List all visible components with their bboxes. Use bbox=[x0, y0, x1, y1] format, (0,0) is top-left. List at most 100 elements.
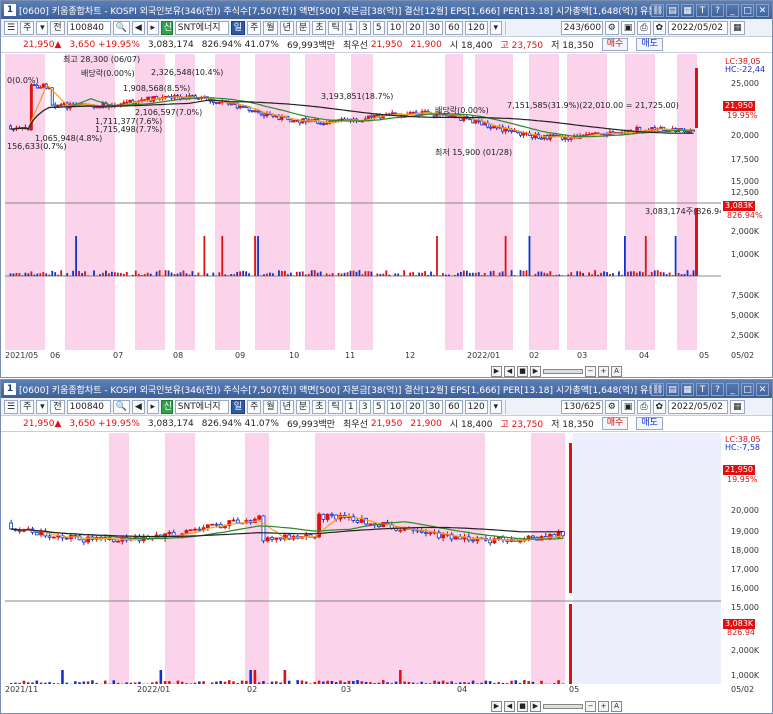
interval-20-button[interactable]: 20 bbox=[406, 399, 424, 414]
gear-icon[interactable]: ✿ bbox=[652, 20, 667, 35]
link-icon[interactable]: ⛓ bbox=[651, 3, 664, 17]
period-week-button[interactable]: 주 bbox=[247, 399, 262, 414]
forward-icon[interactable]: ▶ bbox=[530, 365, 541, 377]
rewind-icon[interactable]: ◀ bbox=[504, 365, 515, 377]
text-icon[interactable]: T bbox=[696, 3, 709, 17]
sound-icon[interactable]: ◀ bbox=[131, 399, 145, 414]
menu-icon[interactable]: ☰ bbox=[4, 20, 19, 35]
link-icon[interactable]: ⛓ bbox=[651, 382, 664, 396]
interval-3-button[interactable]: 3 bbox=[358, 20, 371, 35]
interval-60-button[interactable]: 60 bbox=[445, 20, 463, 35]
settings-icon[interactable]: ⚙ bbox=[604, 399, 619, 414]
interval-3-button[interactable]: 3 bbox=[358, 399, 371, 414]
period-tick-button[interactable]: 틱 bbox=[328, 20, 343, 35]
scroll-track[interactable] bbox=[543, 703, 583, 709]
search-icon[interactable]: 🔍 bbox=[112, 399, 130, 414]
print-icon[interactable]: ⎙ bbox=[637, 399, 651, 414]
maximize-icon[interactable]: □ bbox=[741, 382, 754, 396]
stop-icon[interactable]: ■ bbox=[517, 700, 528, 712]
reset-icon[interactable]: A bbox=[611, 365, 622, 377]
play-icon[interactable]: ▶ bbox=[491, 365, 502, 377]
scroll-track[interactable] bbox=[543, 368, 583, 374]
tile-icon[interactable]: ▦ bbox=[681, 3, 694, 17]
zoom-in-icon[interactable]: + bbox=[598, 700, 609, 712]
save-icon[interactable]: ▣ bbox=[620, 20, 636, 35]
stock-type-select[interactable]: 주 bbox=[20, 20, 35, 35]
sound-icon[interactable]: ◀ bbox=[131, 20, 145, 35]
interval-30-button[interactable]: 30 bbox=[425, 399, 444, 414]
all-select[interactable]: 전 bbox=[50, 20, 65, 35]
period-day-button[interactable]: 일 bbox=[230, 399, 246, 414]
close-icon[interactable]: ✕ bbox=[756, 382, 769, 396]
interval-30-button[interactable]: 30 bbox=[425, 20, 444, 35]
interval-1-button[interactable]: 1 bbox=[344, 20, 357, 35]
settings-icon[interactable]: ⚙ bbox=[604, 20, 619, 35]
interval-5-button[interactable]: 5 bbox=[372, 20, 385, 35]
interval-1-button[interactable]: 1 bbox=[344, 399, 357, 414]
zoom-out-icon[interactable]: − bbox=[585, 700, 596, 712]
interval-20-button[interactable]: 20 bbox=[406, 20, 424, 35]
help-icon[interactable]: ? bbox=[711, 382, 724, 396]
zoom-in-icon[interactable]: + bbox=[598, 365, 609, 377]
interval-5-button[interactable]: 5 bbox=[372, 399, 385, 414]
buy-button[interactable]: 매수 bbox=[601, 38, 629, 51]
zoom-field[interactable]: 243/600 bbox=[560, 20, 603, 35]
search-icon[interactable]: 🔍 bbox=[112, 20, 130, 35]
period-minute-button[interactable]: 분 bbox=[295, 20, 311, 35]
period-day-button[interactable]: 일 bbox=[230, 20, 246, 35]
dropdown-icon[interactable]: ▾ bbox=[36, 399, 49, 414]
interval-120-button[interactable]: 120 bbox=[464, 20, 488, 35]
sell-button[interactable]: 매도 bbox=[636, 38, 663, 51]
calendar-icon[interactable]: ▦ bbox=[730, 20, 745, 35]
calendar-icon[interactable]: ▦ bbox=[730, 399, 745, 414]
zoom-field[interactable]: 130/625 bbox=[560, 399, 603, 414]
reset-icon[interactable]: A bbox=[611, 700, 622, 712]
stock-code-input[interactable]: 100840 bbox=[66, 399, 111, 414]
date-input[interactable]: 2022/05/02 bbox=[668, 399, 729, 414]
interval-10-button[interactable]: 10 bbox=[386, 20, 405, 35]
period-tick-button[interactable]: 틱 bbox=[328, 399, 343, 414]
stock-code-input[interactable]: 100840 bbox=[66, 20, 111, 35]
daily-chart-area[interactable]: 최고 28,300 (06/07) 배당락(0.00%) 0(0.0%) 2,3… bbox=[5, 54, 721, 350]
interval-60-button[interactable]: 60 bbox=[445, 399, 463, 414]
interval-10-button[interactable]: 10 bbox=[386, 399, 405, 414]
stop-icon[interactable]: ■ bbox=[517, 365, 528, 377]
print-icon[interactable]: ⎙ bbox=[637, 20, 651, 35]
close-icon[interactable]: ✕ bbox=[756, 3, 769, 17]
layout-icon[interactable]: ▤ bbox=[666, 3, 679, 17]
all-select[interactable]: 전 bbox=[50, 399, 65, 414]
menu-icon[interactable]: ☰ bbox=[4, 399, 19, 414]
period-month-button[interactable]: 월 bbox=[263, 399, 278, 414]
sell-button[interactable]: 매도 bbox=[636, 417, 663, 430]
save-icon[interactable]: ▣ bbox=[620, 399, 636, 414]
period-year-button[interactable]: 년 bbox=[279, 399, 294, 414]
period-year-button[interactable]: 년 bbox=[279, 20, 294, 35]
interval-dropdown-icon[interactable]: ▾ bbox=[489, 399, 502, 414]
buy-button[interactable]: 매수 bbox=[601, 417, 629, 430]
play-icon[interactable]: ▶ bbox=[491, 700, 502, 712]
gear-icon[interactable]: ✿ bbox=[652, 399, 667, 414]
minimize-icon[interactable]: _ bbox=[726, 3, 739, 17]
maximize-icon[interactable]: □ bbox=[741, 3, 754, 17]
interval-dropdown-icon[interactable]: ▾ bbox=[489, 20, 502, 35]
zoomed-chart-area[interactable] bbox=[5, 433, 721, 684]
prev-icon[interactable]: ▸ bbox=[146, 20, 159, 35]
rewind-icon[interactable]: ◀ bbox=[504, 700, 515, 712]
period-second-button[interactable]: 초 bbox=[312, 399, 327, 414]
date-input[interactable]: 2022/05/02 bbox=[668, 20, 729, 35]
forward-icon[interactable]: ▶ bbox=[530, 700, 541, 712]
period-week-button[interactable]: 주 bbox=[247, 20, 262, 35]
tile-icon[interactable]: ▦ bbox=[681, 382, 694, 396]
prev-icon[interactable]: ▸ bbox=[146, 399, 159, 414]
layout-icon[interactable]: ▤ bbox=[666, 382, 679, 396]
help-icon[interactable]: ? bbox=[711, 3, 724, 17]
text-icon[interactable]: T bbox=[696, 382, 709, 396]
minimize-icon[interactable]: _ bbox=[726, 382, 739, 396]
interval-120-button[interactable]: 120 bbox=[464, 399, 488, 414]
period-minute-button[interactable]: 분 bbox=[295, 399, 311, 414]
period-month-button[interactable]: 월 bbox=[263, 20, 278, 35]
stock-type-select[interactable]: 주 bbox=[20, 399, 35, 414]
period-second-button[interactable]: 초 bbox=[312, 20, 327, 35]
zoom-out-icon[interactable]: − bbox=[585, 365, 596, 377]
dropdown-icon[interactable]: ▾ bbox=[36, 20, 49, 35]
